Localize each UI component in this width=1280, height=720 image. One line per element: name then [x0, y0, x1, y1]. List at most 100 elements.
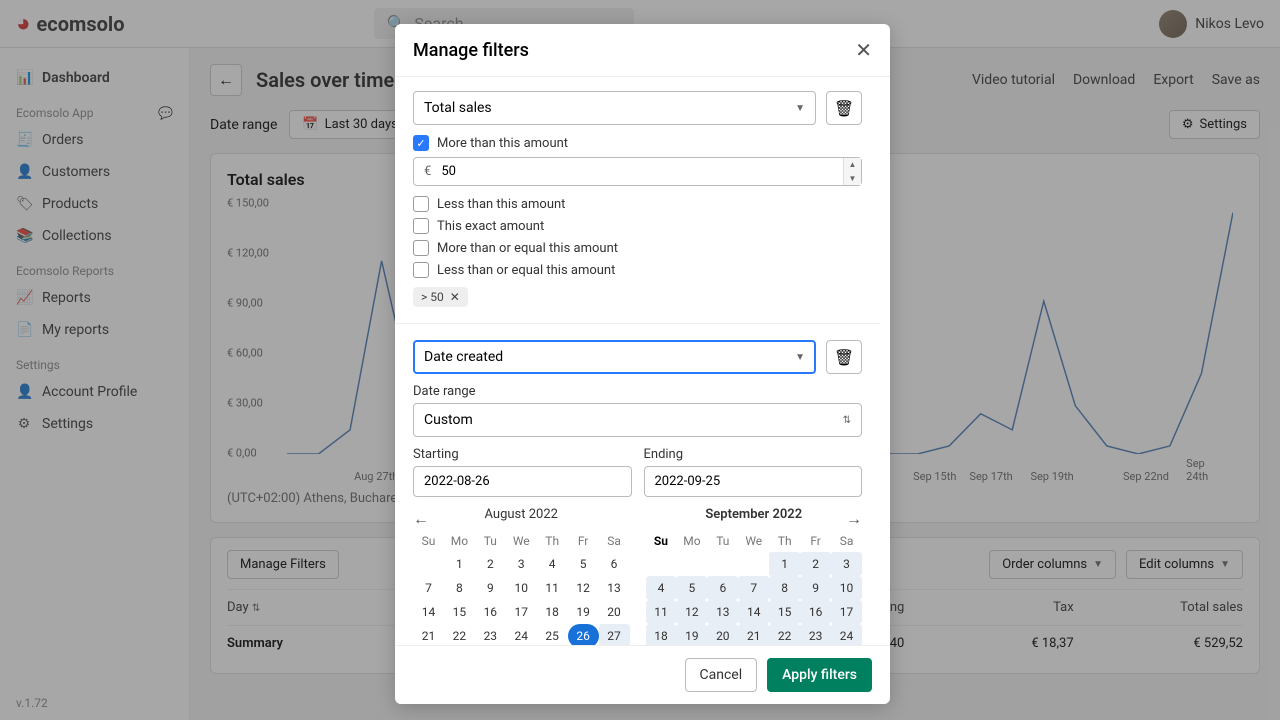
step-down-icon[interactable]: ▼ — [844, 172, 861, 186]
calendar-day[interactable]: 25 — [537, 624, 568, 645]
starting-label: Starting — [413, 447, 632, 462]
filter-field-value: Date created — [424, 349, 503, 365]
calendar-day[interactable]: 20 — [599, 600, 630, 624]
calendar-dow: Fr — [800, 530, 831, 552]
calendar-day[interactable]: 7 — [413, 576, 444, 600]
filter-field-select[interactable]: Date created ▼ — [413, 340, 816, 374]
apply-filters-button[interactable]: Apply filters — [767, 658, 872, 692]
calendar-dow: Mo — [676, 530, 707, 552]
ending-label: Ending — [644, 447, 863, 462]
calendar-day[interactable]: 13 — [707, 600, 738, 624]
calendar-day[interactable]: 1 — [769, 552, 800, 576]
calendar-day[interactable]: 22 — [769, 624, 800, 645]
calendar-day[interactable]: 2 — [475, 552, 506, 576]
calendar-day[interactable]: 16 — [800, 600, 831, 624]
calendar-day[interactable]: 8 — [769, 576, 800, 600]
calendar-day[interactable]: 23 — [475, 624, 506, 645]
filter-tag[interactable]: > 50✕ — [413, 287, 468, 307]
prev-month-button[interactable]: ← — [413, 509, 429, 529]
calendar-day[interactable]: 15 — [769, 600, 800, 624]
calendar-day[interactable]: 27 — [599, 624, 630, 645]
calendar-day[interactable]: 10 — [831, 576, 862, 600]
calendar-dow: Th — [769, 530, 800, 552]
calendar-day[interactable]: 5 — [568, 552, 599, 576]
calendar-dow: Tu — [707, 530, 738, 552]
calendar-dow: Sa — [831, 530, 862, 552]
calendar-day[interactable]: 3 — [506, 552, 537, 576]
calendar-day[interactable]: 20 — [707, 624, 738, 645]
calendar-day[interactable]: 12 — [676, 600, 707, 624]
calendar-day[interactable]: 16 — [475, 600, 506, 624]
calendar-day[interactable]: 11 — [537, 576, 568, 600]
chevron-down-icon: ▼ — [795, 103, 805, 114]
calendar-day[interactable]: 1 — [444, 552, 475, 576]
calendar-day[interactable]: 12 — [568, 576, 599, 600]
exact-checkbox[interactable]: This exact amount — [413, 218, 862, 234]
calendar-dow: Tu — [475, 530, 506, 552]
calendar-day[interactable]: 24 — [506, 624, 537, 645]
close-icon[interactable]: ✕ — [450, 290, 460, 304]
date-range-select[interactable]: Custom ⇅ — [413, 403, 862, 437]
calendar-day[interactable]: 19 — [568, 600, 599, 624]
calendar-day[interactable]: 6 — [707, 576, 738, 600]
cancel-button[interactable]: Cancel — [685, 658, 758, 692]
calendar-day[interactable]: 7 — [738, 576, 769, 600]
next-month-button[interactable]: → — [846, 509, 862, 529]
calendar-day[interactable]: 18 — [646, 624, 677, 645]
calendar-day[interactable]: 6 — [599, 552, 630, 576]
checkbox-icon — [413, 262, 429, 278]
calendar-day[interactable]: 4 — [537, 552, 568, 576]
calendar-day[interactable]: 14 — [413, 600, 444, 624]
calendar-day[interactable]: 17 — [831, 600, 862, 624]
calendar-day[interactable]: 8 — [444, 576, 475, 600]
calendar-month-title: September 2022 — [646, 507, 863, 522]
delete-filter-button[interactable]: 🗑 — [826, 91, 862, 125]
calendar-day[interactable]: 21 — [738, 624, 769, 645]
calendar-day[interactable]: 9 — [475, 576, 506, 600]
calendar-day[interactable]: 2 — [800, 552, 831, 576]
less-than-checkbox[interactable]: Less than this amount — [413, 196, 862, 212]
select-icon: ⇅ — [843, 415, 851, 426]
checkbox-label: More than this amount — [437, 136, 568, 151]
amount-value: 50 — [441, 158, 843, 185]
calendar-day[interactable]: 26 — [568, 624, 599, 645]
calendar-day[interactable]: 17 — [506, 600, 537, 624]
calendar-day[interactable]: 13 — [599, 576, 630, 600]
checkbox-label: Less than this amount — [437, 197, 565, 212]
more-than-checkbox[interactable]: ✓ More than this amount — [413, 135, 862, 151]
amount-input[interactable]: € 50 ▲▼ — [413, 157, 862, 186]
calendar-day[interactable]: 10 — [506, 576, 537, 600]
calendar-day[interactable]: 18 — [537, 600, 568, 624]
calendar-dow: We — [506, 530, 537, 552]
lte-checkbox[interactable]: Less than or equal this amount — [413, 262, 862, 278]
calendar-day[interactable]: 24 — [831, 624, 862, 645]
calendar-day[interactable]: 9 — [800, 576, 831, 600]
calendar-day[interactable]: 11 — [646, 600, 677, 624]
starting-input[interactable]: 2022-08-26 — [413, 466, 632, 497]
currency-symbol: € — [414, 158, 441, 185]
checkbox-label: This exact amount — [437, 219, 544, 234]
chevron-down-icon: ▼ — [795, 352, 805, 363]
calendar-day[interactable]: 21 — [413, 624, 444, 645]
calendar-day[interactable]: 19 — [676, 624, 707, 645]
calendar-dow: Fr — [568, 530, 599, 552]
calendar-dow: Sa — [599, 530, 630, 552]
filter-field-select[interactable]: Total sales ▼ — [413, 91, 816, 125]
date-range-select-value: Custom — [424, 412, 473, 428]
delete-filter-button[interactable]: 🗑 — [826, 340, 862, 374]
checkbox-icon — [413, 240, 429, 256]
calendar-day[interactable]: 22 — [444, 624, 475, 645]
calendar-day[interactable]: 15 — [444, 600, 475, 624]
trash-icon: 🗑 — [834, 99, 854, 118]
gte-checkbox[interactable]: More than or equal this amount — [413, 240, 862, 256]
calendar-day[interactable]: 14 — [738, 600, 769, 624]
calendar-day[interactable]: 23 — [800, 624, 831, 645]
calendar-day[interactable]: 5 — [676, 576, 707, 600]
checkbox-label: Less than or equal this amount — [437, 263, 615, 278]
step-up-icon[interactable]: ▲ — [844, 158, 861, 172]
calendar-day[interactable]: 4 — [646, 576, 677, 600]
calendar-day[interactable]: 3 — [831, 552, 862, 576]
checkbox-icon: ✓ — [413, 135, 429, 151]
ending-input[interactable]: 2022-09-25 — [644, 466, 863, 497]
close-icon[interactable]: ✕ — [855, 38, 872, 62]
